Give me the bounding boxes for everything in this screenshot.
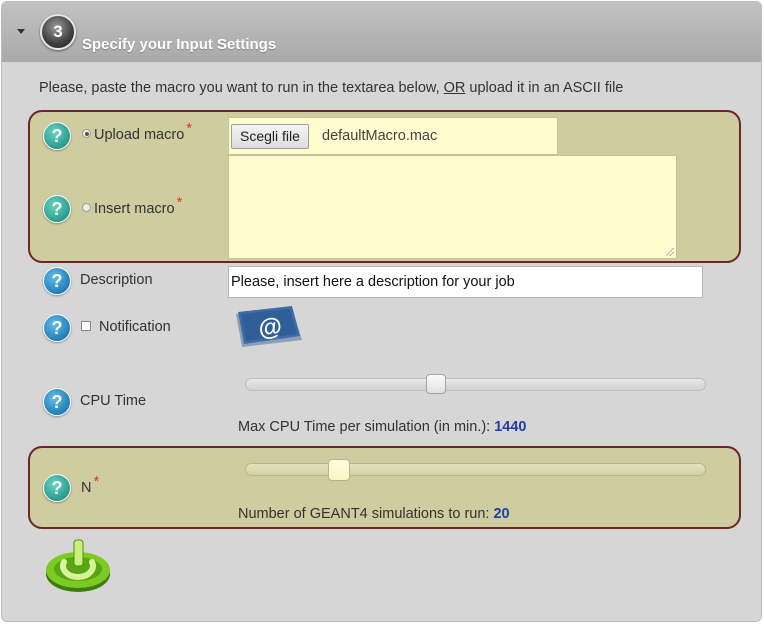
cpu-time-help-icon[interactable]: ? <box>43 388 71 416</box>
insert-macro-option[interactable]: Insert macro * <box>82 194 182 217</box>
intro-text: Please, paste the macro you want to run … <box>39 80 623 96</box>
textarea-resize-handle[interactable] <box>666 248 674 256</box>
selected-file-name: defaultMacro.mac <box>322 128 438 144</box>
cpu-time-label: CPU Time <box>80 393 147 409</box>
description-label: Description <box>80 272 153 288</box>
n-label: N <box>81 480 92 496</box>
n-slider-track[interactable] <box>245 463 706 476</box>
notification-label: Notification <box>99 319 171 335</box>
n-slider-handle[interactable] <box>328 459 351 481</box>
power-button-icon[interactable] <box>42 538 114 594</box>
step-number-badge: 3 <box>40 14 76 50</box>
intro-or: OR <box>443 80 466 96</box>
notification-option[interactable]: Notification <box>81 319 171 335</box>
section-header[interactable]: 3 Specify your Input Settings <box>2 2 761 62</box>
insert-macro-help-icon[interactable]: ? <box>43 195 71 223</box>
n-caption: Number of GEANT4 simulations to run: 20 <box>238 506 510 522</box>
required-marker: * <box>93 473 100 490</box>
section-title: Specify your Input Settings <box>82 36 277 53</box>
cpu-time-value: 1440 <box>494 419 527 435</box>
upload-macro-radio[interactable] <box>82 129 91 138</box>
email-at-glyph: @ <box>257 313 284 343</box>
cpu-time-slider-track[interactable] <box>245 378 706 391</box>
notification-help-icon[interactable]: ? <box>43 314 71 342</box>
choose-file-button[interactable]: Scegli file <box>231 124 309 149</box>
cpu-time-caption-text: Max CPU Time per simulation (in min.): <box>238 419 495 435</box>
required-marker: * <box>176 194 183 211</box>
notification-checkbox[interactable] <box>81 321 91 331</box>
upload-macro-label: Upload macro <box>94 127 185 143</box>
intro-text-before: Please, paste the macro you want to run … <box>39 80 444 96</box>
upload-macro-help-icon[interactable]: ? <box>43 122 71 150</box>
cpu-time-caption: Max CPU Time per simulation (in min.): 1… <box>238 419 527 435</box>
upload-macro-file-field[interactable]: Scegli file defaultMacro.mac <box>228 117 558 155</box>
collapse-arrow-icon[interactable] <box>17 29 25 34</box>
required-marker: * <box>186 120 193 137</box>
upload-macro-option[interactable]: Upload macro * <box>82 120 192 143</box>
description-help-icon[interactable]: ? <box>43 267 71 295</box>
insert-macro-label: Insert macro <box>94 201 175 217</box>
insert-macro-radio[interactable] <box>82 203 91 212</box>
input-settings-panel: 3 Specify your Input Settings Please, pa… <box>1 1 762 622</box>
description-input[interactable] <box>228 266 703 298</box>
n-label-wrap: N * <box>81 473 99 496</box>
cpu-time-slider-handle[interactable] <box>425 374 446 394</box>
n-caption-text: Number of GEANT4 simulations to run: <box>238 506 494 522</box>
n-value: 20 <box>493 506 510 522</box>
intro-text-after: upload it in an ASCII file <box>465 80 624 96</box>
n-help-icon[interactable]: ? <box>43 474 71 502</box>
macro-textarea[interactable] <box>228 155 677 259</box>
email-at-icon[interactable]: @ <box>234 306 304 348</box>
